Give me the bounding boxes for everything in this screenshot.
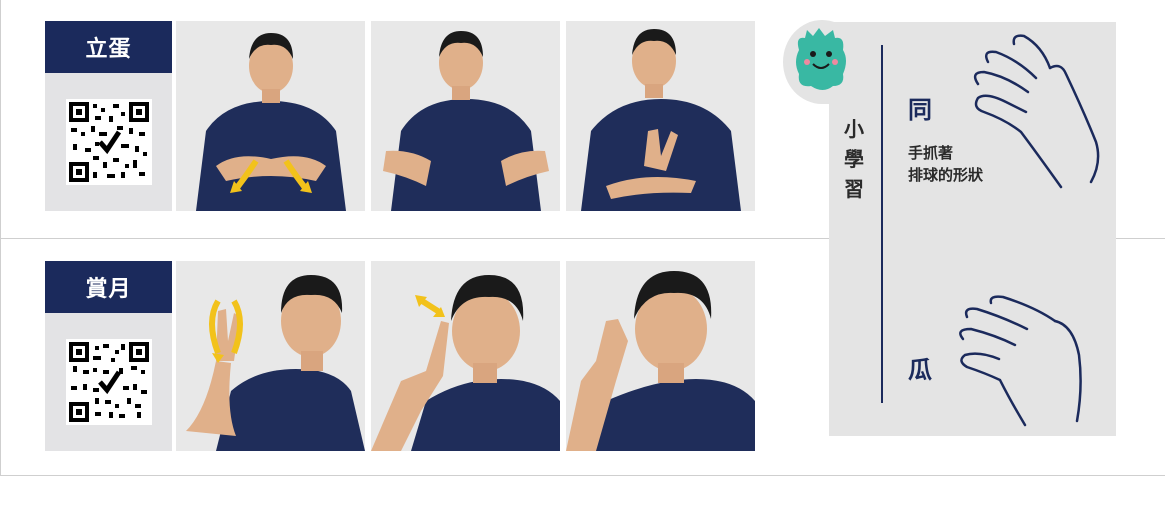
learn-title: 小 學 習 — [844, 117, 864, 201]
learn-divider — [881, 45, 883, 403]
row-2-label: 賞月 — [45, 261, 172, 313]
learn-item-1-char: 同 — [908, 96, 932, 124]
row-2-qr-panel — [45, 313, 172, 451]
qr-code-icon[interactable] — [65, 339, 152, 425]
row-1-photo-3 — [566, 21, 755, 211]
row-2-photo-3 — [566, 261, 755, 451]
row-1-label: 立蛋 — [45, 21, 172, 73]
qr-code-icon[interactable] — [65, 99, 152, 185]
learn-item-2-char: 瓜 — [908, 356, 932, 384]
divider-bottom — [0, 475, 1165, 476]
row-2-photo-1 — [176, 261, 365, 451]
mascot-icon — [796, 28, 846, 90]
row-1-photo-2 — [371, 21, 560, 211]
row-2-photo-2 — [371, 261, 560, 451]
row-1-photo-1 — [176, 21, 365, 211]
mascot-bubble — [783, 20, 861, 104]
hand-flat-icon — [959, 295, 1082, 427]
row-1-qr-panel — [45, 73, 172, 211]
hand-grip-icon — [973, 34, 1100, 189]
